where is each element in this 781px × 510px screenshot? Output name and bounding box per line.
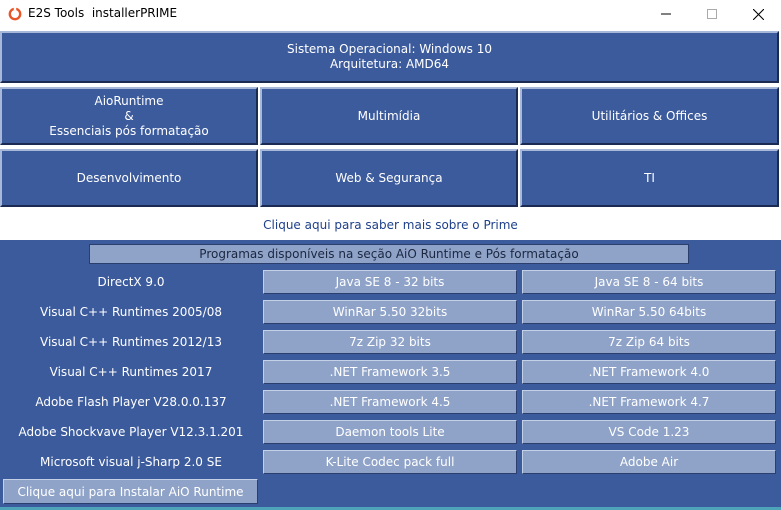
runtime-label-vcpp-2017: Visual C++ Runtimes 2017	[49, 365, 213, 379]
category-ti-button[interactable]: TI	[520, 149, 779, 207]
java-se8-32-button[interactable]: Java SE 8 - 32 bits	[263, 270, 517, 294]
maximize-button[interactable]	[689, 0, 735, 28]
daemon-tools-button[interactable]: Daemon tools Lite	[263, 420, 517, 444]
aio-label-line3: Essenciais pós formatação	[49, 123, 209, 138]
system-info-banner: Sistema Operacional: Windows 10 Arquitet…	[0, 31, 779, 83]
minimize-icon	[661, 13, 671, 15]
aio-label-line2: &	[124, 108, 134, 123]
install-aio-runtime-button[interactable]: Clique aqui para Instalar AiO Runtime	[3, 479, 258, 504]
minimize-button[interactable]	[643, 0, 689, 28]
category-aio-runtime-button[interactable]: AioRuntime & Essenciais pós formatação	[0, 87, 258, 145]
adobe-air-button[interactable]: Adobe Air	[522, 450, 776, 474]
runtime-label-vcpp-2012: Visual C++ Runtimes 2012/13	[40, 335, 222, 349]
category-multimedia-button[interactable]: Multimídia	[260, 87, 518, 145]
vscode-button[interactable]: VS Code 1.23	[522, 420, 776, 444]
development-label: Desenvolvimento	[76, 170, 182, 185]
runtime-label-jsharp: Microsoft visual j-Sharp 2.0 SE	[40, 455, 222, 469]
category-development-button[interactable]: Desenvolvimento	[0, 149, 258, 207]
7zip-32-button[interactable]: 7z Zip 32 bits	[263, 330, 517, 354]
winrar-32-button[interactable]: WinRar 5.50 32bits	[263, 300, 517, 324]
arch-label: Arquitetura: AMD64	[329, 57, 450, 71]
section-header-label: Programas disponíveis na seção AiO Runti…	[199, 247, 579, 261]
7zip-64-button[interactable]: 7z Zip 64 bits	[522, 330, 776, 354]
runtime-label-flash-player: Adobe Flash Player V28.0.0.137	[35, 395, 227, 409]
aio-label-line1: AioRuntime	[94, 93, 164, 108]
section-header-button[interactable]: Programas disponíveis na seção AiO Runti…	[89, 244, 689, 264]
runtime-label-directx: DirectX 9.0	[97, 275, 165, 289]
web-security-label: Web & Segurança	[335, 170, 443, 185]
close-button[interactable]	[735, 0, 781, 28]
window-title: E2S Tools installerPRIME	[28, 6, 178, 20]
category-web-security-button[interactable]: Web & Segurança	[260, 149, 518, 207]
winrar-64-button[interactable]: WinRar 5.50 64bits	[522, 300, 776, 324]
dotnet-35-button[interactable]: .NET Framework 3.5	[263, 360, 517, 384]
java-se8-64-button[interactable]: Java SE 8 - 64 bits	[522, 270, 776, 294]
dotnet-45-button[interactable]: .NET Framework 4.5	[263, 390, 517, 414]
runtime-label-vcpp-2005: Visual C++ Runtimes 2005/08	[40, 305, 222, 319]
learn-more-link[interactable]: Clique aqui para saber mais sobre o Prim…	[0, 218, 781, 232]
os-label: Sistema Operacional: Windows 10	[287, 42, 492, 56]
dotnet-40-button[interactable]: .NET Framework 4.0	[522, 360, 776, 384]
maximize-icon	[707, 9, 717, 19]
close-icon	[752, 8, 764, 20]
ti-label: TI	[644, 170, 655, 185]
title-bar: E2S Tools installerPRIME	[0, 0, 781, 28]
app-logo-icon	[8, 7, 22, 21]
runtime-label-shockwave: Adobe Shockvave Player V12.3.1.201	[18, 425, 244, 439]
dotnet-47-button[interactable]: .NET Framework 4.7	[522, 390, 776, 414]
utilities-label: Utilitários & Offices	[591, 108, 708, 123]
klite-codec-button[interactable]: K-Lite Codec pack full	[263, 450, 517, 474]
category-utilities-button[interactable]: Utilitários & Offices	[520, 87, 779, 145]
multimedia-label: Multimídia	[357, 108, 421, 123]
